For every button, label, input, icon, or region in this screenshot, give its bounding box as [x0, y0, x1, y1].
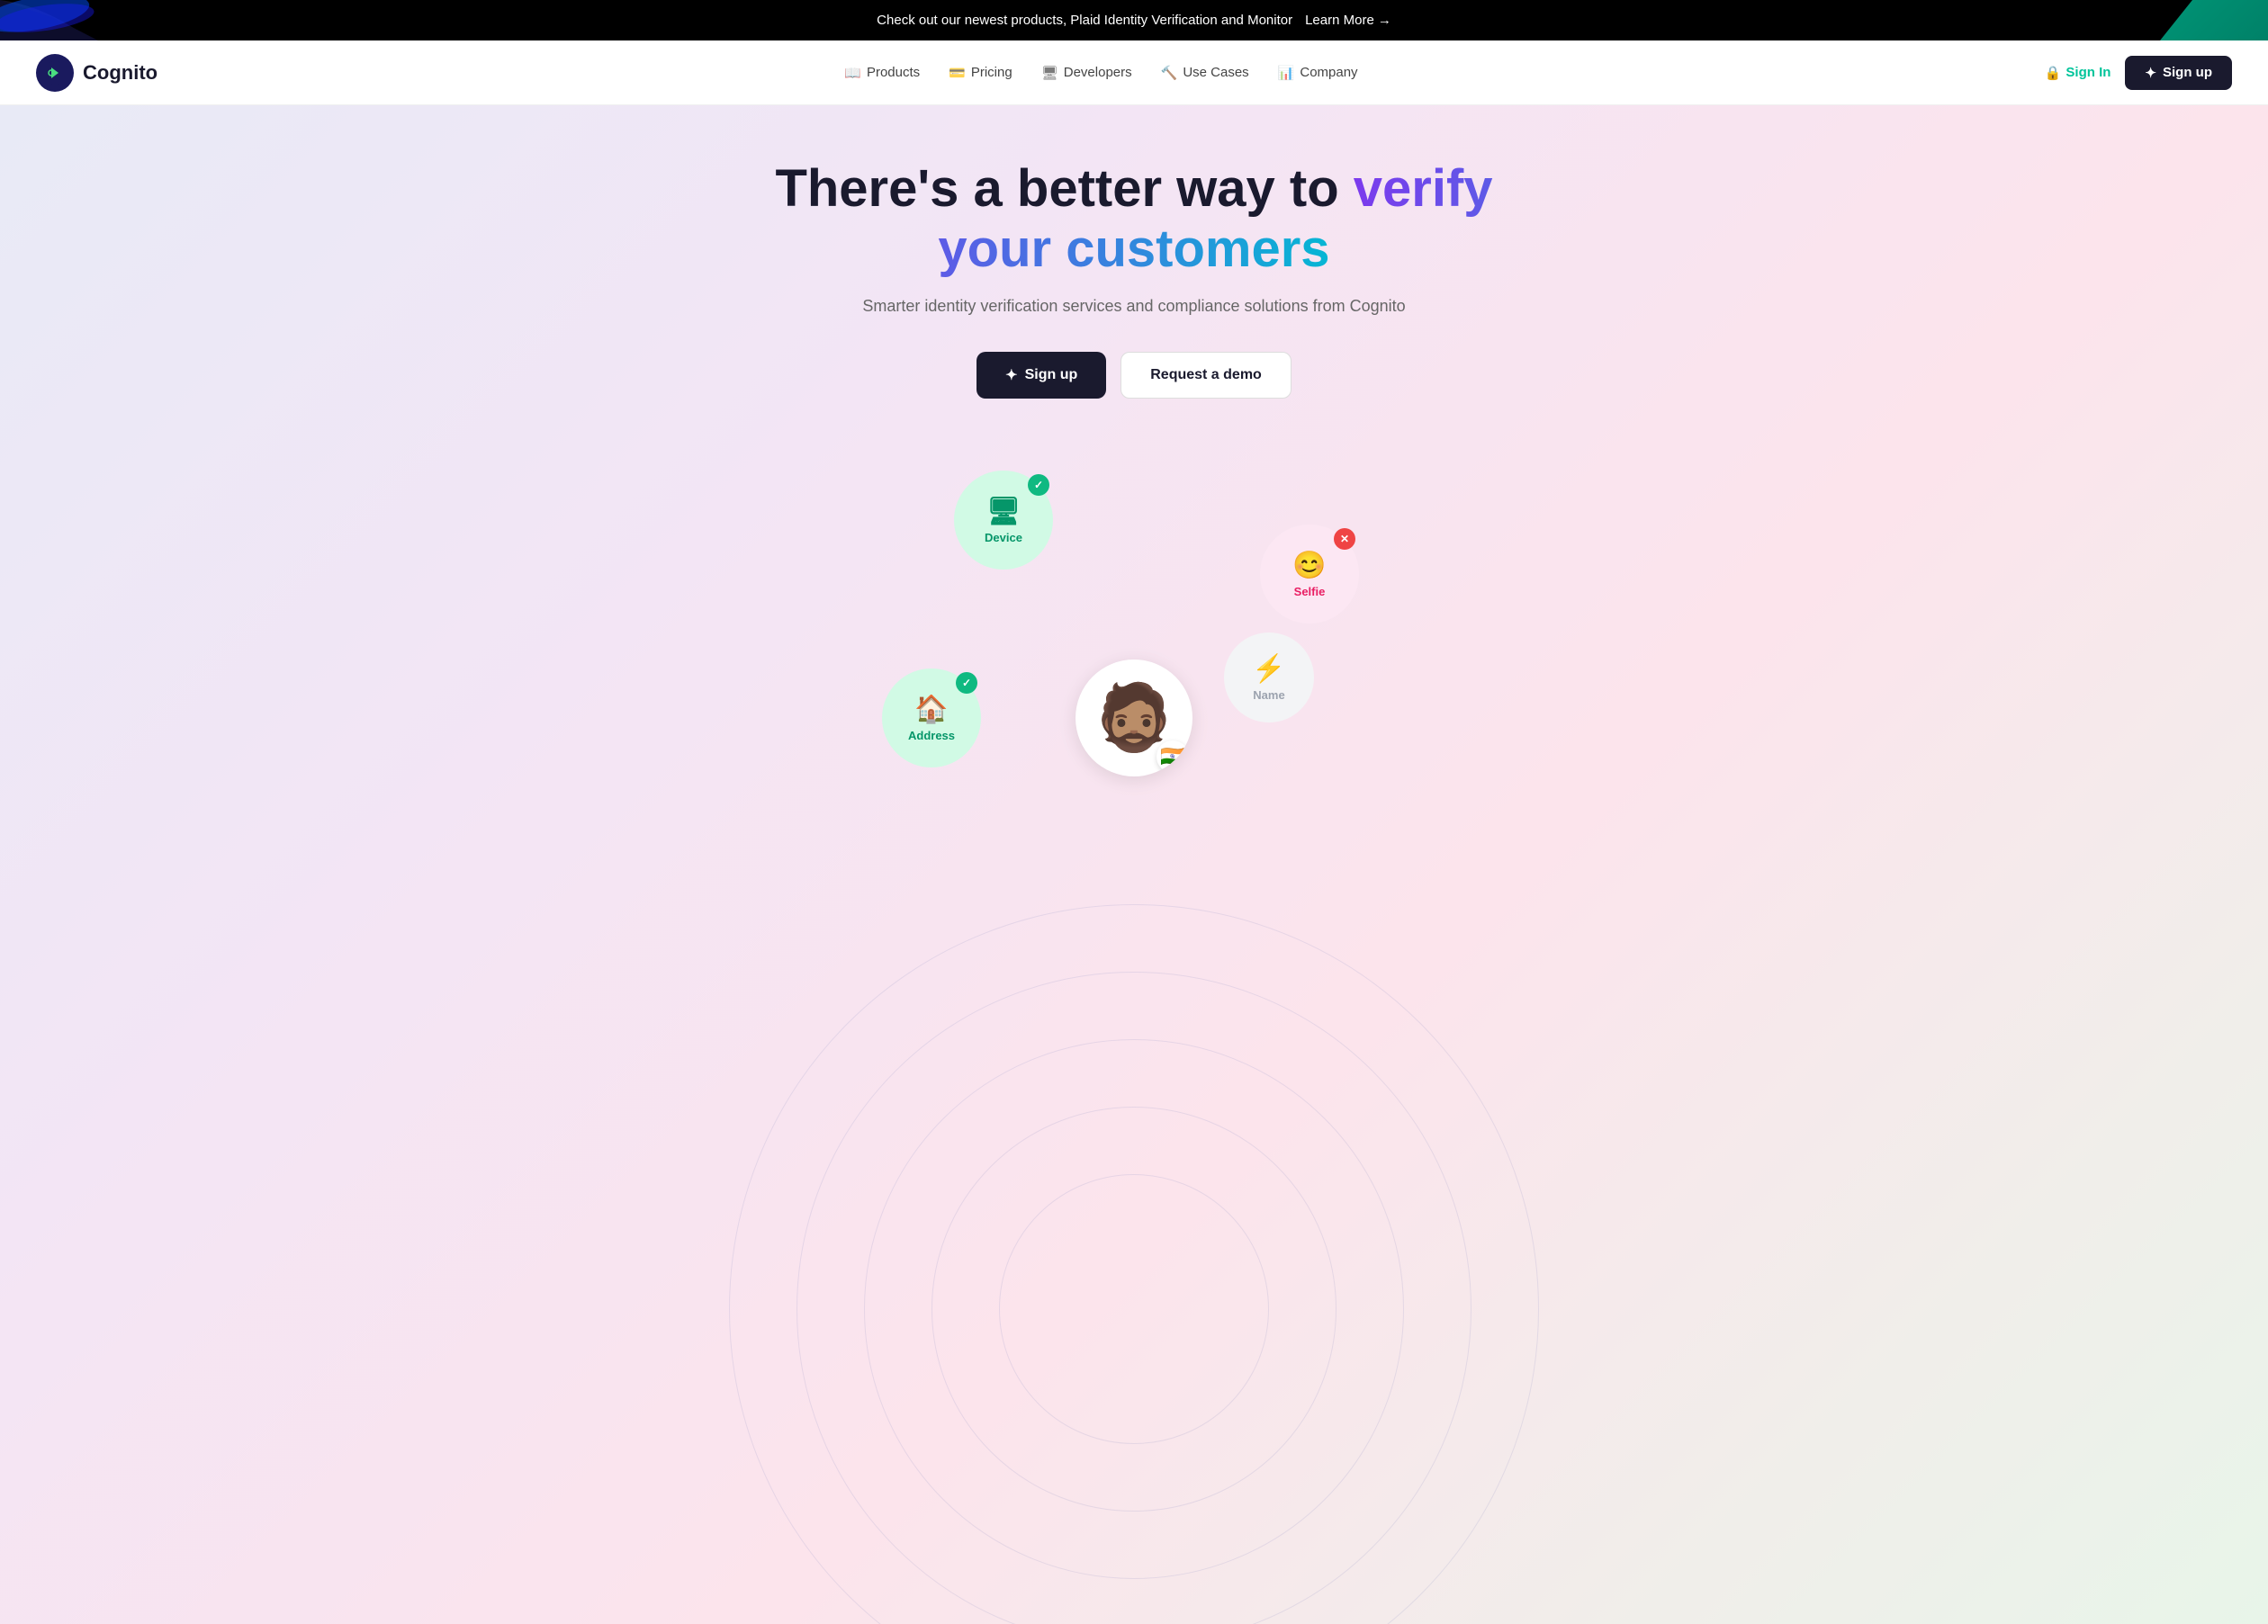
monitor-card-icon: 🖥 — [986, 496, 1021, 527]
monitor-icon: 🖥 — [1041, 65, 1058, 81]
navbar-actions: 🔒 Sign In ✦ Sign up — [2045, 56, 2232, 90]
nav-links: 📖 Products 💳 Pricing 🖥 Developers 🔨 Use … — [844, 65, 1357, 81]
selfie-status-badge: ✕ — [1334, 528, 1355, 550]
hammer-icon: 🔨 — [1161, 65, 1178, 81]
hero-subtitle: Smarter identity verification services a… — [752, 297, 1516, 316]
nav-use-cases[interactable]: 🔨 Use Cases — [1161, 65, 1249, 81]
nav-products[interactable]: 📖 Products — [844, 65, 920, 81]
address-label: Address — [908, 729, 955, 742]
hero-content: There's a better way to verify your cust… — [752, 159, 1516, 453]
nav-company[interactable]: 📊 Company — [1278, 65, 1358, 81]
announcement-text: Check out our newest products, Plaid Ide… — [877, 13, 1292, 28]
center-avatar: 🧔🏽 🇮🇳 — [1076, 659, 1192, 776]
name-card: ⚡ Name — [1224, 633, 1314, 722]
address-card-icon: 🏠 — [914, 694, 948, 725]
hero-buttons: ✦ Sign up Request a demo — [752, 352, 1516, 399]
name-label: Name — [1253, 688, 1284, 702]
nav-developers[interactable]: 🖥 Developers — [1041, 65, 1132, 81]
name-card-icon: ⚡ — [1252, 653, 1285, 685]
signup-button[interactable]: ✦ Sign up — [2125, 56, 2232, 90]
address-status-badge: ✓ — [956, 672, 977, 694]
hero-section: There's a better way to verify your cust… — [0, 105, 2268, 1624]
nav-pricing[interactable]: 💳 Pricing — [949, 65, 1012, 81]
address-card: ✓ 🏠 Address — [882, 668, 981, 767]
flag-badge: 🇮🇳 — [1156, 740, 1189, 773]
selfie-label: Selfie — [1294, 585, 1326, 598]
selfie-card-icon: 😊 — [1292, 550, 1326, 581]
device-card: ✓ 🖥 Device — [954, 471, 1053, 570]
learn-more-link[interactable]: Learn More → — [1305, 13, 1391, 28]
grid-icon: ✦ — [2145, 65, 2156, 81]
selfie-card: ✕ 😊 Selfie — [1260, 525, 1359, 624]
circles-decoration — [729, 904, 1539, 1624]
device-label: Device — [985, 531, 1022, 544]
signin-link[interactable]: 🔒 Sign In — [2045, 65, 2111, 81]
card-icon: 💳 — [949, 65, 966, 81]
hero-signup-button[interactable]: ✦ Sign up — [976, 352, 1106, 399]
avatar-emoji: 🧔🏽 — [1094, 686, 1174, 750]
navbar: Cognito 📖 Products 💳 Pricing 🖥 Developer… — [0, 40, 2268, 105]
grid-icon-btn: ✦ — [1005, 366, 1017, 384]
dark-accent-decor — [0, 0, 117, 40]
company-icon: 📊 — [1278, 65, 1295, 81]
teal-accent-decor — [2160, 0, 2268, 40]
announcement-bar: Check out our newest products, Plaid Ide… — [0, 0, 2268, 40]
india-flag-emoji: 🇮🇳 — [1160, 747, 1184, 767]
logo[interactable]: Cognito — [36, 54, 158, 92]
floating-cards: ✓ 🖥 Device ✕ 😊 Selfie ✓ 🏠 Address ⚡ Name… — [729, 453, 1539, 794]
hero-demo-button[interactable]: Request a demo — [1120, 352, 1292, 399]
logo-text: Cognito — [83, 61, 158, 85]
logo-icon — [36, 54, 74, 92]
book-icon: 📖 — [844, 65, 861, 81]
lock-icon: 🔒 — [2045, 65, 2062, 81]
hero-title: There's a better way to verify your cust… — [752, 159, 1516, 279]
device-status-badge: ✓ — [1028, 474, 1049, 496]
